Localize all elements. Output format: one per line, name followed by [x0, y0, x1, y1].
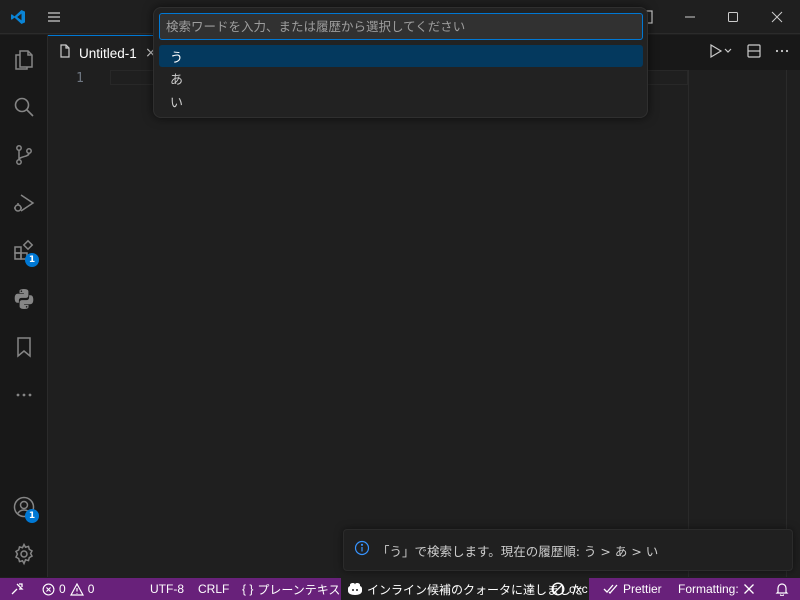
error-count: 0: [59, 582, 66, 596]
editor-area[interactable]: 1: [48, 70, 800, 577]
bookmark-icon[interactable]: [0, 324, 48, 370]
quick-pick-item[interactable]: あ: [159, 67, 643, 89]
line-number: 1: [76, 71, 84, 86]
search-icon[interactable]: [0, 84, 48, 130]
minimize-icon[interactable]: [667, 0, 713, 34]
extensions-icon[interactable]: 1: [0, 228, 48, 274]
warning-count: 0: [87, 582, 95, 596]
vertical-scrollbar[interactable]: [786, 70, 800, 577]
braces-icon: { }: [242, 582, 254, 596]
bell-icon[interactable]: [775, 578, 789, 600]
quick-pick-item[interactable]: い: [159, 90, 643, 112]
eol-indicator[interactable]: CRLF: [198, 578, 229, 600]
account-badge: 1: [25, 509, 39, 523]
account-icon[interactable]: 1: [0, 484, 48, 530]
info-icon: [354, 540, 370, 560]
vscode-logo-icon: [6, 0, 30, 34]
oxc-label: oxc: [569, 582, 588, 596]
menu-icon[interactable]: [40, 0, 68, 34]
quick-pick-input[interactable]: [159, 13, 643, 40]
tab-label: Untitled-1: [79, 45, 137, 61]
double-check-icon: [603, 584, 618, 594]
editor-actions: [708, 35, 790, 70]
run-icon[interactable]: [708, 43, 734, 63]
run-debug-icon[interactable]: [0, 180, 48, 226]
activity-bar: 1 1: [0, 35, 48, 577]
close-icon[interactable]: [753, 0, 800, 34]
maximize-icon[interactable]: [713, 0, 753, 34]
notification-text: 「う」で検索します。現在の履歴順: う > あ > い: [377, 543, 659, 559]
warning-icon: [69, 582, 84, 596]
x-icon: [743, 584, 754, 594]
python-icon[interactable]: [0, 276, 48, 322]
prettier-status[interactable]: Prettier: [603, 578, 662, 600]
source-control-icon[interactable]: [0, 132, 48, 178]
ellipsis-icon[interactable]: [0, 372, 48, 418]
formatting-status[interactable]: Formatting:: [678, 578, 755, 600]
prettier-label: Prettier: [623, 582, 662, 596]
quick-pick-item[interactable]: う: [159, 45, 643, 67]
oxc-status[interactable]: oxc: [551, 578, 588, 600]
copilot-icon: [348, 583, 362, 595]
file-icon: [58, 44, 72, 62]
language-mode[interactable]: { } プレーンテキスト: [242, 578, 352, 600]
notification-toast: 「う」で検索します。現在の履歴順: う > あ > い: [343, 529, 793, 571]
error-icon: [42, 583, 55, 595]
problems-indicator[interactable]: 0 0: [42, 578, 94, 600]
status-bar: 0 0 UTF-8 CRLF { } プレーンテキスト インライン候補のクォータ…: [0, 578, 800, 600]
extensions-badge: 1: [25, 253, 39, 267]
language-label: プレーンテキスト: [257, 582, 353, 597]
more-actions-icon[interactable]: [774, 43, 790, 63]
files-icon[interactable]: [0, 37, 48, 83]
formatting-label: Formatting:: [678, 582, 739, 596]
quick-pick: う あ い: [153, 7, 648, 118]
encoding-indicator[interactable]: UTF-8: [150, 578, 184, 600]
gear-icon[interactable]: [0, 531, 48, 577]
remote-icon[interactable]: [0, 578, 34, 600]
prohibited-icon: [551, 582, 565, 596]
split-editor-icon[interactable]: [746, 43, 762, 63]
minimap-divider: [688, 70, 689, 577]
